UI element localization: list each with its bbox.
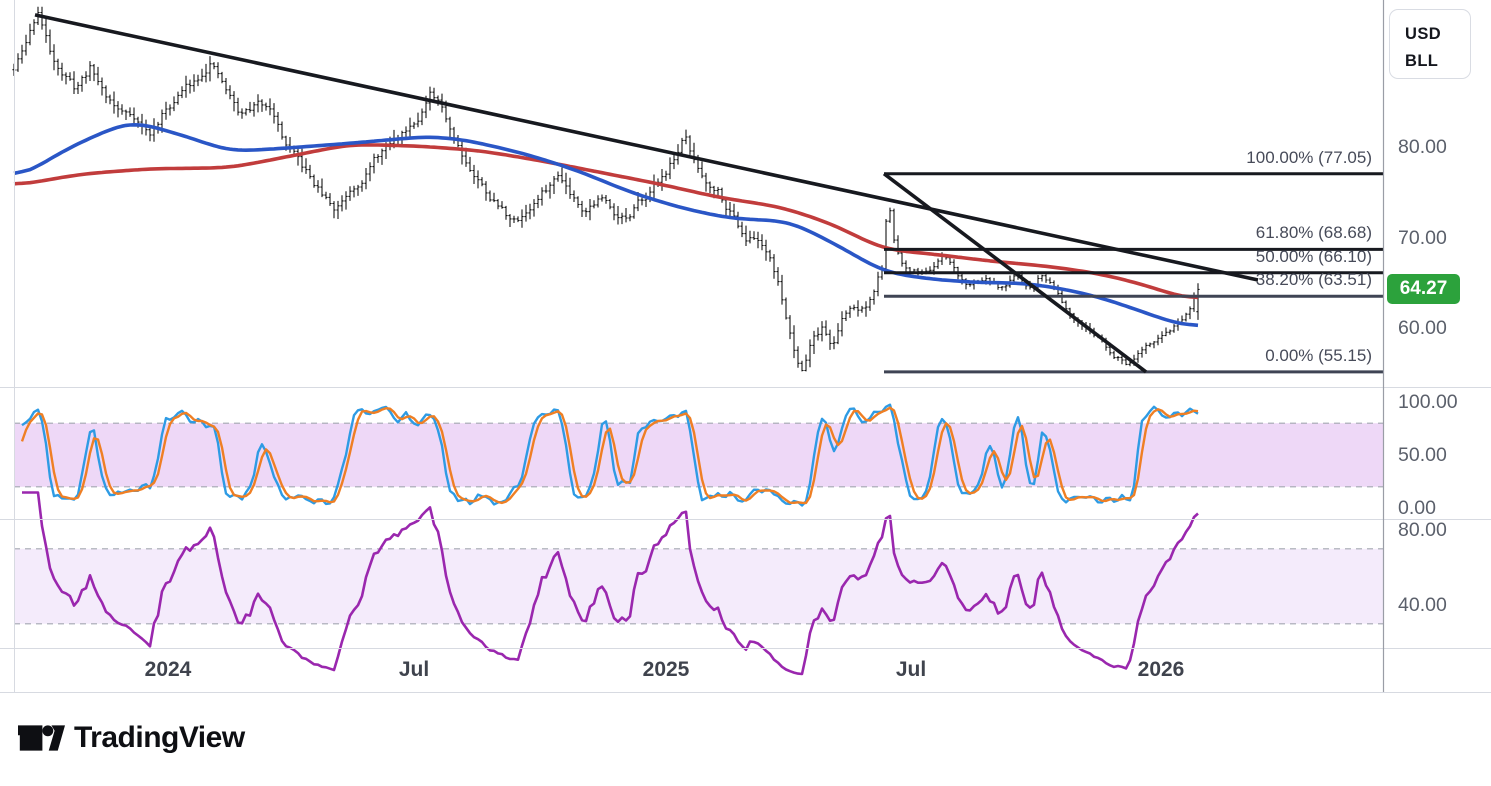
- time-axis-label-2: 2025: [642, 658, 690, 681]
- time-axis-label-0: 2024: [144, 658, 192, 681]
- fib-label-100.00%: 100.00% (77.05): [1246, 147, 1372, 167]
- price-axis-tick-70.00: 70.00: [1398, 226, 1447, 249]
- price-bars-layer: [12, 6, 1200, 372]
- symbol-info-box: USD BLL: [1389, 9, 1471, 79]
- fib-label-50.00%: 50.00% (66.10): [1255, 246, 1372, 266]
- fib-label-0.00%: 0.00% (55.15): [1265, 345, 1372, 365]
- price-axis-tick-80.00: 80.00: [1398, 136, 1447, 158]
- tradingview-logo[interactable]: TradingView: [18, 716, 245, 760]
- last-price-badge: 64.27: [1387, 274, 1460, 305]
- stoch-axis-tick-0.00: 0.00: [1398, 497, 1436, 519]
- stoch-axis-tick-100.00: 100.00: [1398, 391, 1458, 413]
- ohlc-bars: [12, 6, 1200, 372]
- symbol-unit: BLL: [1405, 52, 1439, 70]
- rsi-axis-tick-80.00: 80.00: [1398, 519, 1447, 541]
- price-axis-tick-60.00: 60.00: [1398, 317, 1447, 339]
- tradingview-chart-screenshot: 80.00 70.00 60.00 100.00 50.00 0.00 80.00 40.00…: [0, 0, 1491, 786]
- stoch-axis-tick-50.00: 50.00: [1398, 444, 1447, 466]
- tradingview-logo-icon: [18, 725, 65, 751]
- ma-slow-red-line: [13, 143, 1199, 300]
- symbol-currency: USD: [1405, 25, 1442, 43]
- time-axis-label-1: Jul: [398, 658, 430, 681]
- time-axis-label-3: Jul: [895, 658, 927, 681]
- fib-label-61.80%: 61.80% (68.68): [1255, 223, 1372, 243]
- fib-label-38.20%: 38.20% (63.51): [1255, 270, 1372, 290]
- time-axis-label-4: 2026: [1137, 658, 1185, 681]
- rsi-axis-tick-40.00: 40.00: [1398, 594, 1447, 616]
- tradingview-logo-text: TradingView: [74, 721, 245, 754]
